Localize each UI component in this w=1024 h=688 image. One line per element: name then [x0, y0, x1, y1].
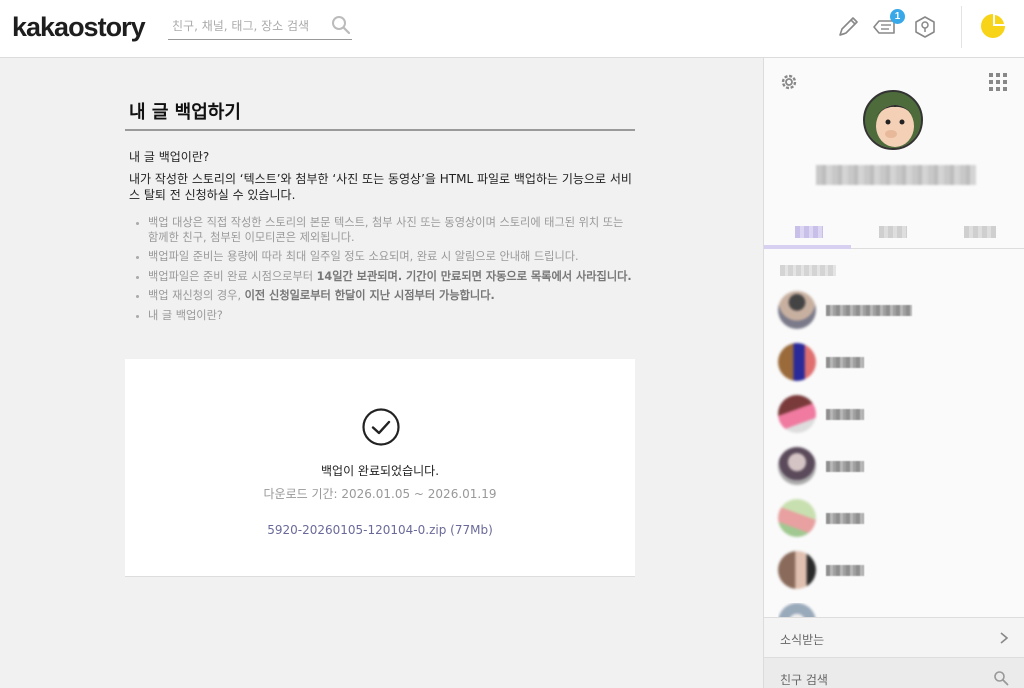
- friend-item[interactable]: [778, 291, 1018, 331]
- backup-notes-list: 백업 대상은 직접 작성한 스토리의 본문 텍스트, 첨부 사진 또는 동영상이…: [135, 216, 635, 328]
- tab-others[interactable]: [964, 226, 996, 238]
- friend-item[interactable]: [778, 551, 1018, 591]
- note-item: 백업파일은 준비 완료 시점으로부터 14일간 보관되며. 기간이 만료되면 자…: [135, 270, 635, 285]
- note-item: 백업파일 준비는 용량에 따라 최대 일주일 정도 소요되며, 완료 시 알림으…: [135, 250, 635, 265]
- intro-description: 내가 작성한 스토리의 ‘텍스트’와 첨부한 ‘사진 또는 동영상’을 HTML…: [129, 172, 632, 202]
- friend-avatar: [778, 551, 816, 589]
- title-divider: [125, 129, 635, 131]
- notification-count-badge: 1: [890, 9, 905, 24]
- profile-name-blurred: [816, 165, 976, 185]
- friend-avatar: [778, 499, 816, 537]
- friend-search-row[interactable]: 친구 검색: [764, 657, 1024, 688]
- header-divider: [961, 6, 962, 48]
- friend-avatar: [778, 603, 816, 617]
- tab-active-indicator: [764, 245, 851, 249]
- tab-channels[interactable]: [879, 226, 907, 238]
- download-period: 다운로드 기간: 2026.01.05 ~ 2026.01.19: [263, 487, 497, 501]
- tab-friends[interactable]: [795, 226, 823, 238]
- backup-result-box: 백업이 완료되었습니다. 다운로드 기간: 2026.01.05 ~ 2026.…: [125, 359, 635, 577]
- check-circle-icon: [362, 408, 400, 446]
- following-label: 소식받는: [780, 633, 825, 647]
- kakaostory-logo[interactable]: kakaostory: [12, 12, 146, 43]
- friend-name-blurred: [826, 305, 912, 316]
- section-label-blurred: [780, 265, 836, 276]
- friend-name-blurred: [826, 357, 864, 368]
- apps-grid-icon[interactable]: [988, 72, 1008, 92]
- search-icon[interactable]: [330, 14, 352, 36]
- following-section-row[interactable]: 소식받는: [764, 617, 1024, 657]
- friend-search-label: 친구 검색: [780, 673, 828, 687]
- profile-avatar[interactable]: [863, 90, 923, 150]
- chevron-right-icon: [1000, 632, 1009, 644]
- note-item: 내 글 백업이란?: [135, 309, 635, 324]
- friend-name-blurred: [826, 409, 864, 420]
- search-icon: [994, 671, 1009, 686]
- friend-avatar: [778, 291, 816, 329]
- friend-name-blurred: [826, 565, 864, 576]
- gear-icon[interactable]: [779, 72, 799, 92]
- page-title: 내 글 백업하기: [129, 102, 241, 123]
- right-sidebar: 소식받는 친구 검색: [763, 58, 1024, 688]
- profile-character-icon[interactable]: [978, 11, 1008, 41]
- friend-item[interactable]: [778, 447, 1018, 487]
- friend-avatar: [778, 395, 816, 433]
- backup-complete-message: 백업이 완료되었습니다.: [320, 464, 440, 478]
- friend-name-blurred: [826, 513, 864, 524]
- friend-avatar: [778, 343, 816, 381]
- friend-item[interactable]: [778, 343, 1018, 383]
- search-box: [168, 12, 352, 40]
- top-header: kakaostory 1: [0, 0, 1024, 58]
- note-item: 백업 재신청의 경우, 이전 신청일로부터 한달이 지난 시점부터 가능합니다.: [135, 289, 635, 304]
- search-input[interactable]: [172, 16, 322, 36]
- friend-name-blurred: [826, 461, 864, 472]
- friend-item[interactable]: [778, 499, 1018, 539]
- backup-file-link[interactable]: 5920-20260105-120104-0.zip (77Mb): [125, 523, 635, 537]
- note-item: 백업 대상은 직접 작성한 스토리의 본문 텍스트, 첨부 사진 또는 동영상이…: [135, 216, 635, 245]
- friend-item[interactable]: [778, 603, 1018, 617]
- friend-item[interactable]: [778, 395, 1018, 435]
- pencil-icon[interactable]: [835, 14, 861, 40]
- friend-avatar: [778, 447, 816, 485]
- location-icon[interactable]: [912, 14, 938, 40]
- intro-question: 내 글 백업이란?: [129, 150, 210, 164]
- avatar-image: [865, 92, 921, 148]
